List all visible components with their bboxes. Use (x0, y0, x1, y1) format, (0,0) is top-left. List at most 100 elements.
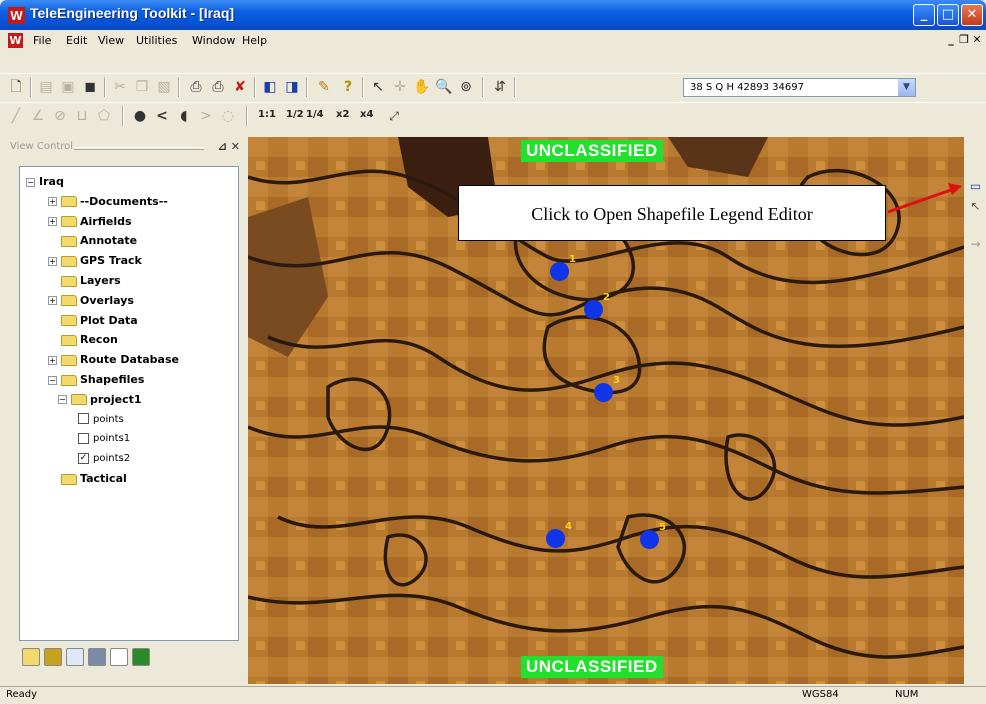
no-entry-icon[interactable]: ⊘ (50, 106, 70, 126)
polyline-icon[interactable]: ∠ (28, 106, 48, 126)
circle-icon[interactable]: ◌ (218, 106, 238, 126)
measure-icon[interactable]: ⊔ (72, 106, 92, 126)
save-all-icon[interactable]: ◼ (80, 77, 100, 97)
layer-checkbox[interactable] (78, 413, 89, 425)
mdi-minimize-button[interactable]: _ (945, 33, 958, 47)
tree-item[interactable]: + Route Database (48, 351, 179, 369)
delete-icon[interactable]: ✘ (230, 77, 250, 97)
tree-item[interactable]: − project1 (58, 391, 142, 409)
tree-item[interactable]: Plot Data (48, 312, 138, 330)
layer-tree[interactable]: − Iraq + --Documents-- + Airfields Annotate + GP… (19, 166, 239, 641)
cut-icon[interactable]: ✂ (110, 77, 130, 97)
brush-icon[interactable]: ✎ (314, 77, 334, 97)
tree-item[interactable]: + Overlays (48, 292, 134, 310)
menu-help[interactable]: Help (242, 34, 267, 47)
mdi-close-button[interactable]: ✕ (971, 33, 984, 47)
close-button[interactable]: ✕ (961, 4, 983, 26)
minimize-button[interactable]: _ (913, 4, 935, 26)
paste-icon[interactable]: ▧ (154, 77, 174, 97)
copy-icon[interactable]: ❐ (132, 77, 152, 97)
layers-tab-icon[interactable] (44, 648, 62, 666)
tree-item[interactable]: Recon (48, 331, 118, 349)
zoom-half-button[interactable]: 1/2 (286, 109, 304, 120)
shapefile-legend-editor-icon[interactable]: ▭ (967, 179, 984, 196)
expand-icon[interactable]: + (48, 197, 57, 207)
panel-close-button[interactable]: ✕ (231, 140, 240, 153)
collapse-icon[interactable]: − (26, 177, 35, 187)
title-bar[interactable]: W TeleEngineering Toolkit - [Iraq] _ □ ✕ (0, 0, 986, 30)
layer-checkbox[interactable]: ✓ (78, 452, 89, 464)
print-icon[interactable]: ⎙ (186, 77, 206, 97)
tree-item[interactable]: points1 (78, 430, 130, 448)
arrow-right-icon[interactable]: → (967, 237, 984, 254)
half-circle-icon[interactable]: ◖ (174, 106, 194, 126)
map-tab-icon[interactable] (132, 648, 150, 666)
go-to-coordinate-icon[interactable]: ⇵ (490, 77, 510, 97)
maximize-button[interactable]: □ (937, 4, 959, 26)
zoom-x4-button[interactable]: x4 (360, 109, 373, 120)
folders-tab-icon[interactable] (22, 648, 40, 666)
legend-toolbar: ▭ ↖ → (964, 137, 986, 684)
document-icon[interactable]: W (8, 33, 23, 48)
collapse-icon[interactable]: − (58, 395, 67, 405)
tree-item[interactable]: + --Documents-- (48, 193, 168, 211)
pointer-icon[interactable]: ↖ (368, 77, 388, 97)
open-icon[interactable]: ▤ (36, 77, 56, 97)
menu-edit[interactable]: Edit (66, 34, 87, 47)
menu-utilities[interactable]: Utilities (136, 34, 177, 47)
point-icon[interactable]: ● (130, 106, 150, 126)
tree-item[interactable]: + Airfields (48, 213, 132, 231)
menu-window[interactable]: Window (192, 34, 235, 47)
list-tab-icon[interactable] (66, 648, 84, 666)
zoom-x2-button[interactable]: x2 (336, 109, 349, 120)
map-point-marker[interactable] (546, 529, 565, 548)
expand-icon[interactable]: + (48, 355, 57, 365)
crosshair-icon[interactable]: ✛ (390, 77, 410, 97)
expand-icon[interactable]: + (48, 217, 57, 227)
zoom-extents-icon[interactable]: ⊚ (456, 77, 476, 97)
expand-icon[interactable]: + (48, 256, 57, 266)
crosshair-tab-icon[interactable] (110, 648, 128, 666)
map-view[interactable]: UNCLASSIFIED 1 2 3 4 5 Click to Open Sha… (248, 137, 964, 684)
save-icon[interactable]: ▣ (58, 77, 78, 97)
map-point-marker[interactable] (584, 300, 603, 319)
new-file-icon[interactable]: 🗋 (6, 77, 26, 97)
menu-view[interactable]: View (98, 34, 124, 47)
pan-hand-icon[interactable]: ✋ (412, 77, 432, 97)
tree-item[interactable]: Layers (48, 272, 121, 290)
expand-icon[interactable]: + (48, 296, 57, 306)
panel-grip[interactable] (74, 147, 204, 150)
map-point-marker[interactable] (594, 383, 613, 402)
print-preview-icon[interactable]: ⎙ (208, 77, 228, 97)
line-icon[interactable]: ╱ (6, 106, 26, 126)
tree-item[interactable]: + GPS Track (48, 252, 142, 270)
angle-icon[interactable]: < (152, 106, 172, 126)
tree-item[interactable]: Tactical (48, 470, 127, 488)
panel-caption[interactable]: View Control ⊿ ✕ (6, 138, 246, 158)
tree-item[interactable]: Annotate (48, 232, 137, 250)
map-point-marker[interactable] (550, 262, 569, 281)
arrow-right-icon[interactable]: > (196, 106, 216, 126)
fullscreen-icon[interactable]: ⤢ (384, 106, 404, 126)
tree-item[interactable]: − Shapefiles (48, 371, 144, 389)
tree-item[interactable]: ✓ points2 (78, 450, 130, 468)
zoom-icon[interactable]: 🔍 (434, 77, 454, 97)
zoom-1-1-button[interactable]: 1:1 (258, 109, 276, 120)
window-icon[interactable]: ◧ (260, 77, 280, 97)
panel-dock-button[interactable]: ⊿ (218, 140, 227, 153)
zoom-quarter-button[interactable]: 1/4 (306, 109, 324, 120)
tree-item[interactable]: points (78, 411, 124, 429)
cursor-icon: ↖ (970, 199, 981, 213)
tree-item[interactable]: − Iraq (26, 173, 64, 191)
mdi-restore-button[interactable]: ❐ (958, 33, 971, 47)
coordinate-combobox[interactable]: 38 S Q H 42893 34697 ▼ (683, 78, 916, 97)
map-point-marker[interactable] (640, 530, 659, 549)
collapse-icon[interactable]: − (48, 375, 57, 385)
picture-icon[interactable]: ◨ (282, 77, 302, 97)
layer-checkbox[interactable] (78, 432, 89, 444)
tools-tab-icon[interactable] (88, 648, 106, 666)
chevron-down-icon[interactable]: ▼ (898, 79, 915, 96)
help-icon[interactable]: ? (338, 77, 358, 97)
polygon-icon[interactable]: ⬠ (94, 106, 114, 126)
menu-file[interactable]: File (33, 34, 51, 47)
